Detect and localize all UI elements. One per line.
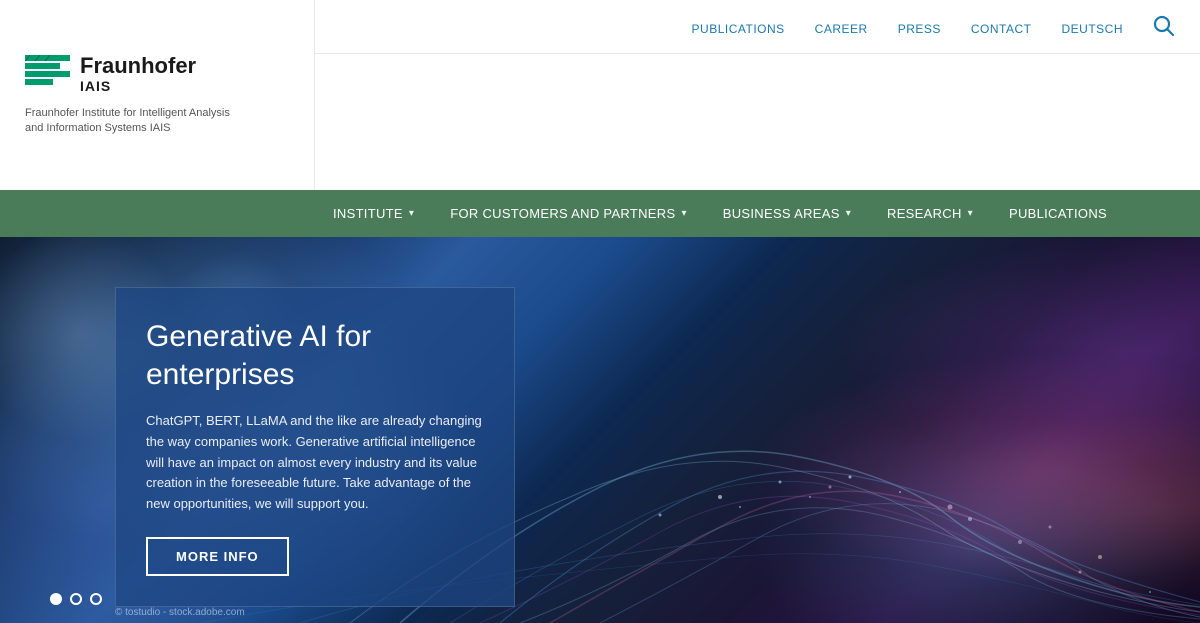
nav-deutsch[interactable]: DEUTSCH [1061,22,1123,36]
carousel-dots [50,593,102,605]
hero-card: Generative AI for enterprises ChatGPT, B… [115,287,515,607]
top-nav: PUBLICATIONS CAREER PRESS CONTACT DEUTSC… [315,0,1200,190]
logo-sub: IAIS [80,78,196,94]
sidebar: Fraunhofer IAIS Fraunhofer Institute for… [0,0,315,190]
chevron-down-icon: ▾ [846,208,851,219]
hero-title: Generative AI for enterprises [146,318,484,393]
institute-description: Fraunhofer Institute for Intelligent Ana… [25,106,289,137]
logo-text: Fraunhofer IAIS [80,54,196,94]
hero-body: ChatGPT, BERT, LLaMA and the like are al… [146,411,484,515]
top-section: Fraunhofer IAIS Fraunhofer Institute for… [0,0,1200,190]
nav-press[interactable]: PRESS [898,22,941,36]
hero-copyright: © tostudio - stock.adobe.com [115,607,245,618]
nav-contact[interactable]: CONTACT [971,22,1032,36]
chevron-down-icon: ▾ [409,208,414,219]
chevron-down-icon: ▾ [681,208,686,219]
nav-publications[interactable]: PUBLICATIONS [692,22,785,36]
carousel-dot-1[interactable] [50,593,62,605]
green-nav-bar: INSTITUTE ▾ FOR CUSTOMERS AND PARTNERS ▾… [0,190,1200,237]
chevron-down-icon: ▾ [968,208,973,219]
nav-institute[interactable]: INSTITUTE ▾ [315,190,432,237]
nav-publications-green[interactable]: PUBLICATIONS [991,190,1125,237]
nav-research[interactable]: RESEARCH ▾ [869,190,991,237]
top-nav-links: PUBLICATIONS CAREER PRESS CONTACT DEUTSC… [315,0,1200,54]
carousel-dot-3[interactable] [90,593,102,605]
nav-career[interactable]: CAREER [815,22,868,36]
nav-business-areas[interactable]: BUSINESS AREAS ▾ [705,190,869,237]
logo-area[interactable]: Fraunhofer IAIS [25,54,289,94]
hero-section: Generative AI for enterprises ChatGPT, B… [0,237,1200,623]
search-icon[interactable] [1153,15,1175,43]
more-info-button[interactable]: MORE INFO [146,537,289,576]
nav-for-customers[interactable]: FOR CUSTOMERS AND PARTNERS ▾ [432,190,705,237]
logo-name: Fraunhofer [80,54,196,78]
green-nav-items: INSTITUTE ▾ FOR CUSTOMERS AND PARTNERS ▾… [315,190,1200,237]
carousel-dot-2[interactable] [70,593,82,605]
fraunhofer-logo-icon [25,55,70,93]
nav-spacer [315,54,1200,190]
